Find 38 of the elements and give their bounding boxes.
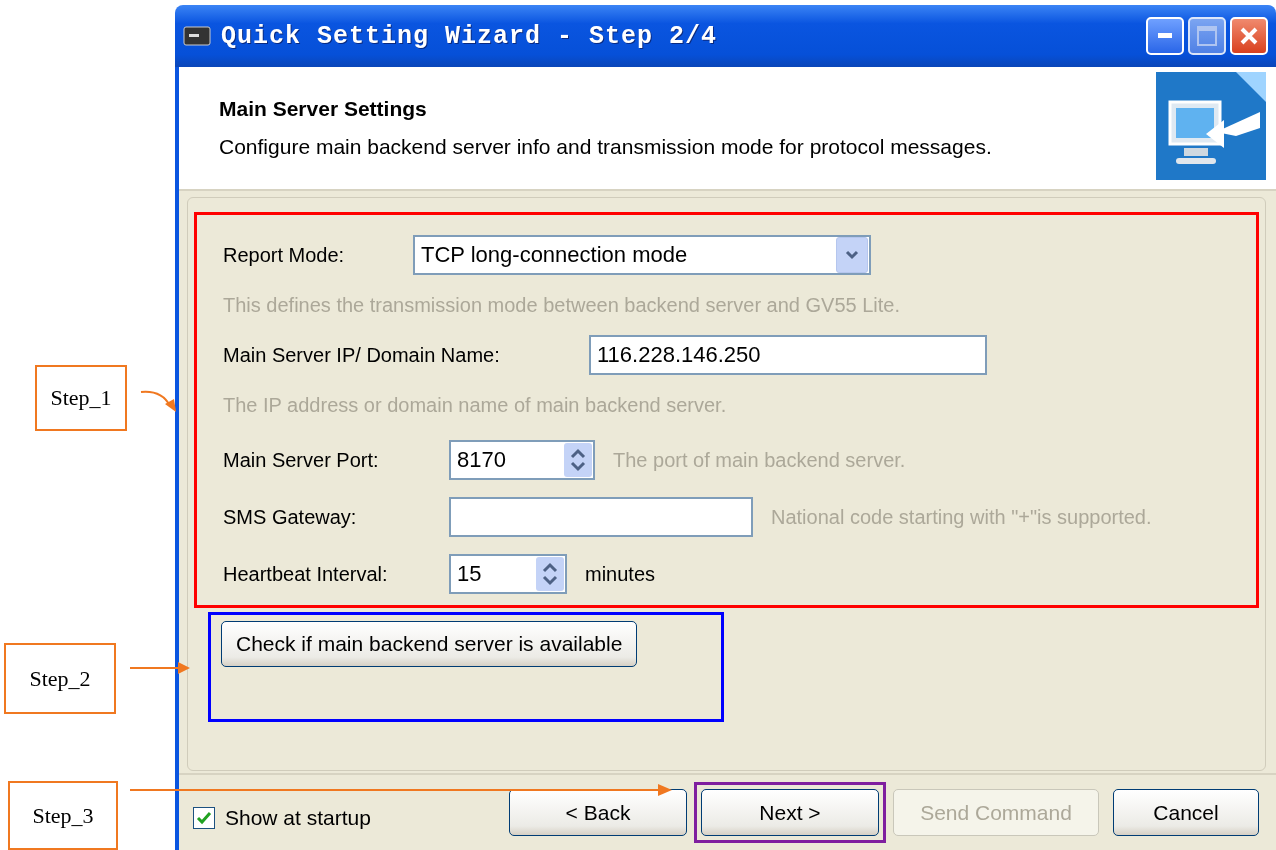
checkmark-icon [196,810,212,825]
page-heading: Main Server Settings [219,97,428,121]
callout-arrow [129,662,190,674]
close-icon [1239,26,1259,46]
spinner-field[interactable]: 8170 [449,440,595,480]
field-label: Heartbeat Interval: [223,562,389,586]
unit-label: minutes [585,562,656,586]
spinner-field[interactable]: 15 [449,554,567,594]
callout-arrow [140,390,176,412]
maximize-button[interactable] [1188,17,1226,55]
field-label: Main Server IP/ Domain Name: [223,343,501,367]
check-server-button[interactable]: Check if main backend server is available [221,621,638,667]
text-field[interactable] [449,497,753,537]
help-text: The port of main backend server. [613,448,906,472]
window-title: Quick Setting Wizard - Step 2/4 [221,21,719,51]
checkbox-label: Show at startup [225,805,371,830]
step-callout: Step_1 [35,365,127,431]
page-description: Configure main backend server info and transmission mode for protocol messages. [219,135,993,159]
minimize-button[interactable] [1146,17,1184,55]
app-icon [183,26,211,46]
dropdown-field[interactable]: TCP long-connection mode [413,235,871,275]
maximize-icon [1197,26,1217,46]
step-callout: Step_2 [4,643,116,714]
field-label: SMS Gateway: [223,505,358,529]
step-callout: Step_3 [8,781,118,850]
chevron-down-icon [845,250,859,260]
help-text: This defines the transmission mode between backend server and GV55 Lite. [223,293,901,317]
field-label: Report Mode: [223,243,346,267]
close-button[interactable] [1230,17,1268,55]
back-button[interactable]: < Back [509,789,687,836]
checkbox[interactable] [193,806,215,829]
field-label: Main Server Port: [223,448,380,472]
next-button[interactable]: Next > [701,789,879,836]
cancel-button[interactable]: Cancel [1113,789,1259,836]
help-text: The IP address or domain name of main backend server. [223,393,727,417]
text-field[interactable]: 116.228.146.250 [589,335,987,375]
minimize-icon [1158,33,1172,39]
help-text: National code starting with "+"is supported. [771,505,1152,529]
